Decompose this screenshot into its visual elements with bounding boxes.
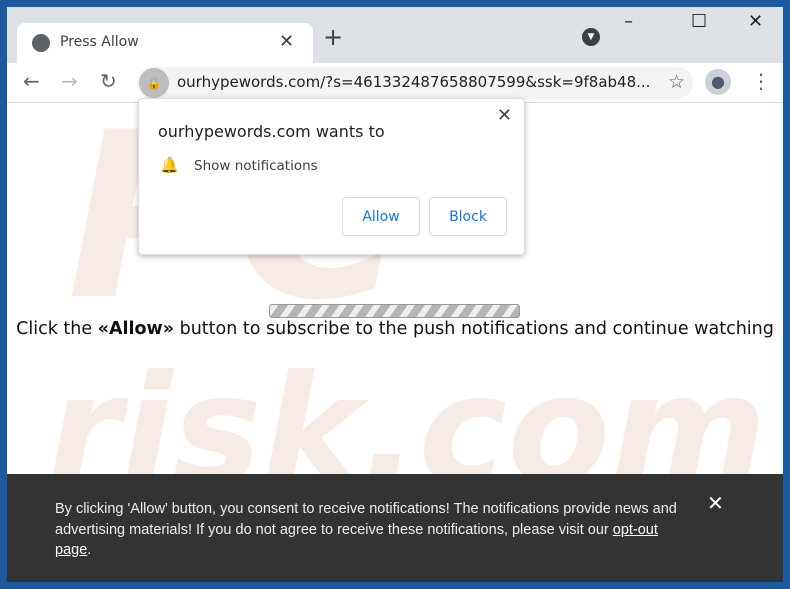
instruction-text: Click the «Allow» button to subscribe to…: [16, 319, 774, 339]
tab-title: Press Allow: [60, 34, 139, 50]
back-icon[interactable]: ←: [23, 69, 40, 93]
globe-icon: [32, 34, 50, 52]
close-window-button[interactable]: ✕: [748, 11, 763, 32]
block-button[interactable]: Block: [429, 197, 507, 236]
profile-avatar-icon[interactable]: ●: [705, 69, 731, 95]
menu-kebab-icon[interactable]: ⋮: [751, 69, 771, 93]
tab-strip: Press Allow ✕ + ▼ – ☐ ✕: [7, 7, 783, 63]
consent-banner: By clicking 'Allow' button, you consent …: [7, 474, 783, 582]
allow-button[interactable]: Allow: [342, 197, 420, 236]
permission-label: Show notifications: [194, 158, 318, 174]
consent-text: By clicking 'Allow' button, you consent …: [55, 501, 677, 558]
popup-close-icon[interactable]: ✕: [497, 105, 512, 126]
browser-window: Press Allow ✕ + ▼ – ☐ ✕ ← → ↻ 🔒 ourhypew…: [7, 7, 783, 582]
popup-heading: ourhypewords.com wants to: [158, 122, 385, 141]
maximize-button[interactable]: ☐: [691, 11, 707, 32]
close-tab-icon[interactable]: ✕: [279, 31, 294, 52]
minimize-button[interactable]: –: [624, 11, 633, 32]
progress-bar: [269, 304, 520, 318]
notification-permission-popup: ourhypewords.com wants to ✕ 🔔 Show notif…: [138, 98, 525, 255]
tab-press-allow[interactable]: Press Allow ✕: [17, 23, 313, 63]
bell-icon: 🔔: [160, 156, 179, 174]
bookmark-star-icon[interactable]: ☆: [668, 71, 685, 93]
new-tab-button[interactable]: +: [323, 23, 343, 51]
banner-close-icon[interactable]: ✕: [707, 494, 724, 515]
extension-icon[interactable]: ▼: [582, 28, 600, 46]
